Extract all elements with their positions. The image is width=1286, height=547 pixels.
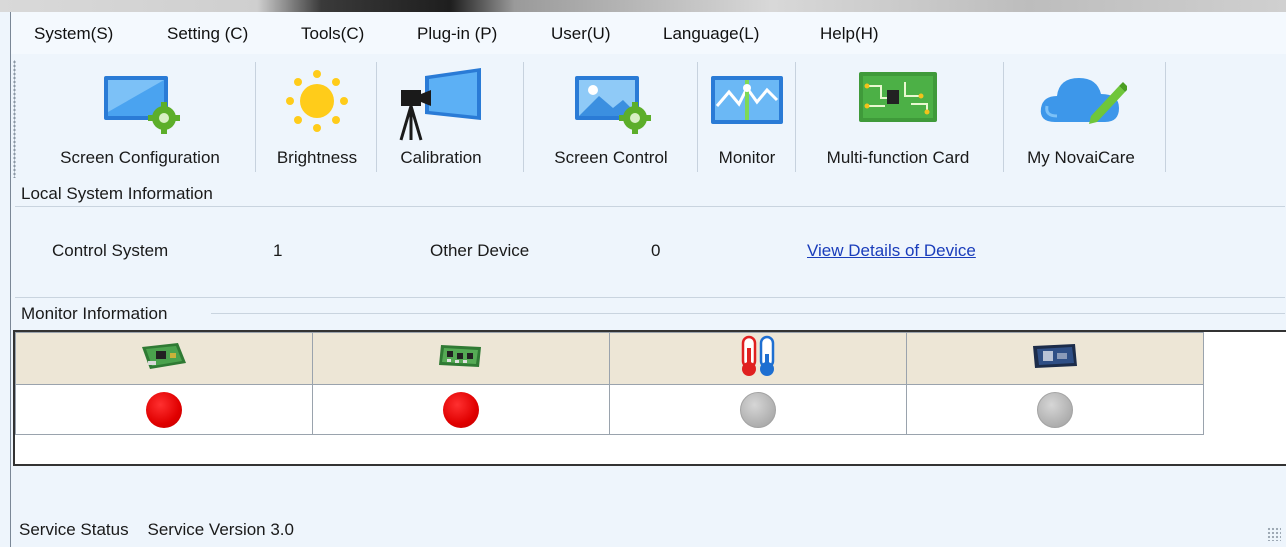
group-divider — [15, 297, 1285, 298]
control-system-label: Control System — [52, 241, 169, 260]
cloud-edit-icon — [1035, 66, 1129, 135]
local-system-title: Local System Information — [21, 184, 217, 204]
other-device-value: 0 — [651, 241, 661, 260]
menu-help[interactable]: Help(H) — [820, 24, 879, 44]
monitor-header-cell[interactable] — [906, 332, 1204, 385]
monitor-header-cell[interactable] — [312, 332, 610, 385]
multi-function-card-label: Multi-function Card — [826, 148, 970, 167]
circuit-board-icon — [855, 66, 941, 135]
monitor-status-cell — [15, 384, 313, 435]
receiving-card-icon — [435, 345, 487, 375]
menu-plugin[interactable]: Plug-in (P) — [417, 24, 497, 44]
monitor-status-cell — [312, 384, 610, 435]
monitor-status-cell — [906, 384, 1204, 435]
resize-grip[interactable] — [1267, 527, 1281, 541]
monitor-header-cell[interactable] — [609, 332, 907, 385]
app-window: System(S) Setting (C) Tools(C) Plug-in (… — [10, 12, 1286, 547]
monitor-label: Monitor — [718, 148, 776, 167]
toolbar: Screen Configuration Brightness Calibrat… — [11, 56, 1171, 186]
my-novaicare-button[interactable]: My NovaiCare — [1007, 56, 1155, 182]
screen-control-label: Screen Control — [554, 148, 668, 167]
monitor-button[interactable]: Monitor — [699, 56, 795, 182]
other-device-label: Other Device — [430, 241, 530, 260]
calibration-button[interactable]: Calibration — [379, 56, 503, 182]
window-top-edge — [0, 0, 1286, 12]
calibration-camera-icon — [395, 66, 487, 147]
group-title-line — [275, 206, 1285, 207]
thermometer-icon — [734, 335, 782, 382]
calibration-label: Calibration — [400, 148, 482, 167]
screen-configuration-icon — [94, 66, 186, 141]
monitor-icon — [707, 66, 787, 141]
menu-setting[interactable]: Setting (C) — [167, 24, 248, 44]
toolbar-separator — [255, 62, 256, 172]
view-details-link[interactable]: View Details of Device — [807, 241, 976, 261]
monitor-status-cell — [609, 384, 907, 435]
monitor-status-row — [15, 384, 1204, 435]
my-novaicare-label: My NovaiCare — [1027, 148, 1135, 167]
service-status-label: Service Status — [19, 520, 129, 539]
toolbar-grip[interactable] — [13, 60, 16, 178]
screen-control-icon — [565, 66, 657, 141]
toolbar-separator — [1165, 62, 1166, 172]
status-indicator-grey — [740, 391, 776, 428]
monitor-table — [15, 332, 1204, 435]
screen-configuration-label: Screen Configuration — [60, 148, 220, 167]
screen-control-button[interactable]: Screen Control — [527, 56, 695, 182]
brightness-sun-icon — [282, 66, 352, 141]
monitor-panel — [13, 330, 1286, 466]
status-indicator-red — [443, 391, 479, 428]
toolbar-separator — [697, 62, 698, 172]
control-system-value: 1 — [273, 241, 283, 260]
sending-card-icon — [138, 343, 190, 375]
monitor-info-title: Monitor Information — [21, 304, 172, 324]
status-indicator-red — [146, 391, 182, 428]
menu-user[interactable]: User(U) — [551, 24, 611, 44]
multi-function-card-button[interactable]: Multi-function Card — [798, 56, 998, 182]
screen-configuration-button[interactable]: Screen Configuration — [25, 56, 255, 182]
service-version: Service Version 3.0 — [147, 520, 294, 539]
menu-language[interactable]: Language(L) — [663, 24, 759, 44]
monitoring-card-icon — [1029, 344, 1081, 375]
toolbar-separator — [523, 62, 524, 172]
menu-system[interactable]: System(S) — [34, 24, 113, 44]
toolbar-separator — [1003, 62, 1004, 172]
status-indicator-grey — [1037, 391, 1073, 428]
monitor-header-row — [15, 332, 1204, 385]
brightness-label: Brightness — [276, 148, 358, 167]
group-title-line — [211, 313, 1285, 314]
status-bar: Service Status Service Version 3.0 — [19, 520, 294, 540]
menu-tools[interactable]: Tools(C) — [301, 24, 364, 44]
menu-bar: System(S) Setting (C) Tools(C) Plug-in (… — [11, 12, 1286, 54]
toolbar-separator — [795, 62, 796, 172]
toolbar-separator — [376, 62, 377, 172]
brightness-button[interactable]: Brightness — [258, 56, 376, 182]
monitor-header-cell[interactable] — [15, 332, 313, 385]
